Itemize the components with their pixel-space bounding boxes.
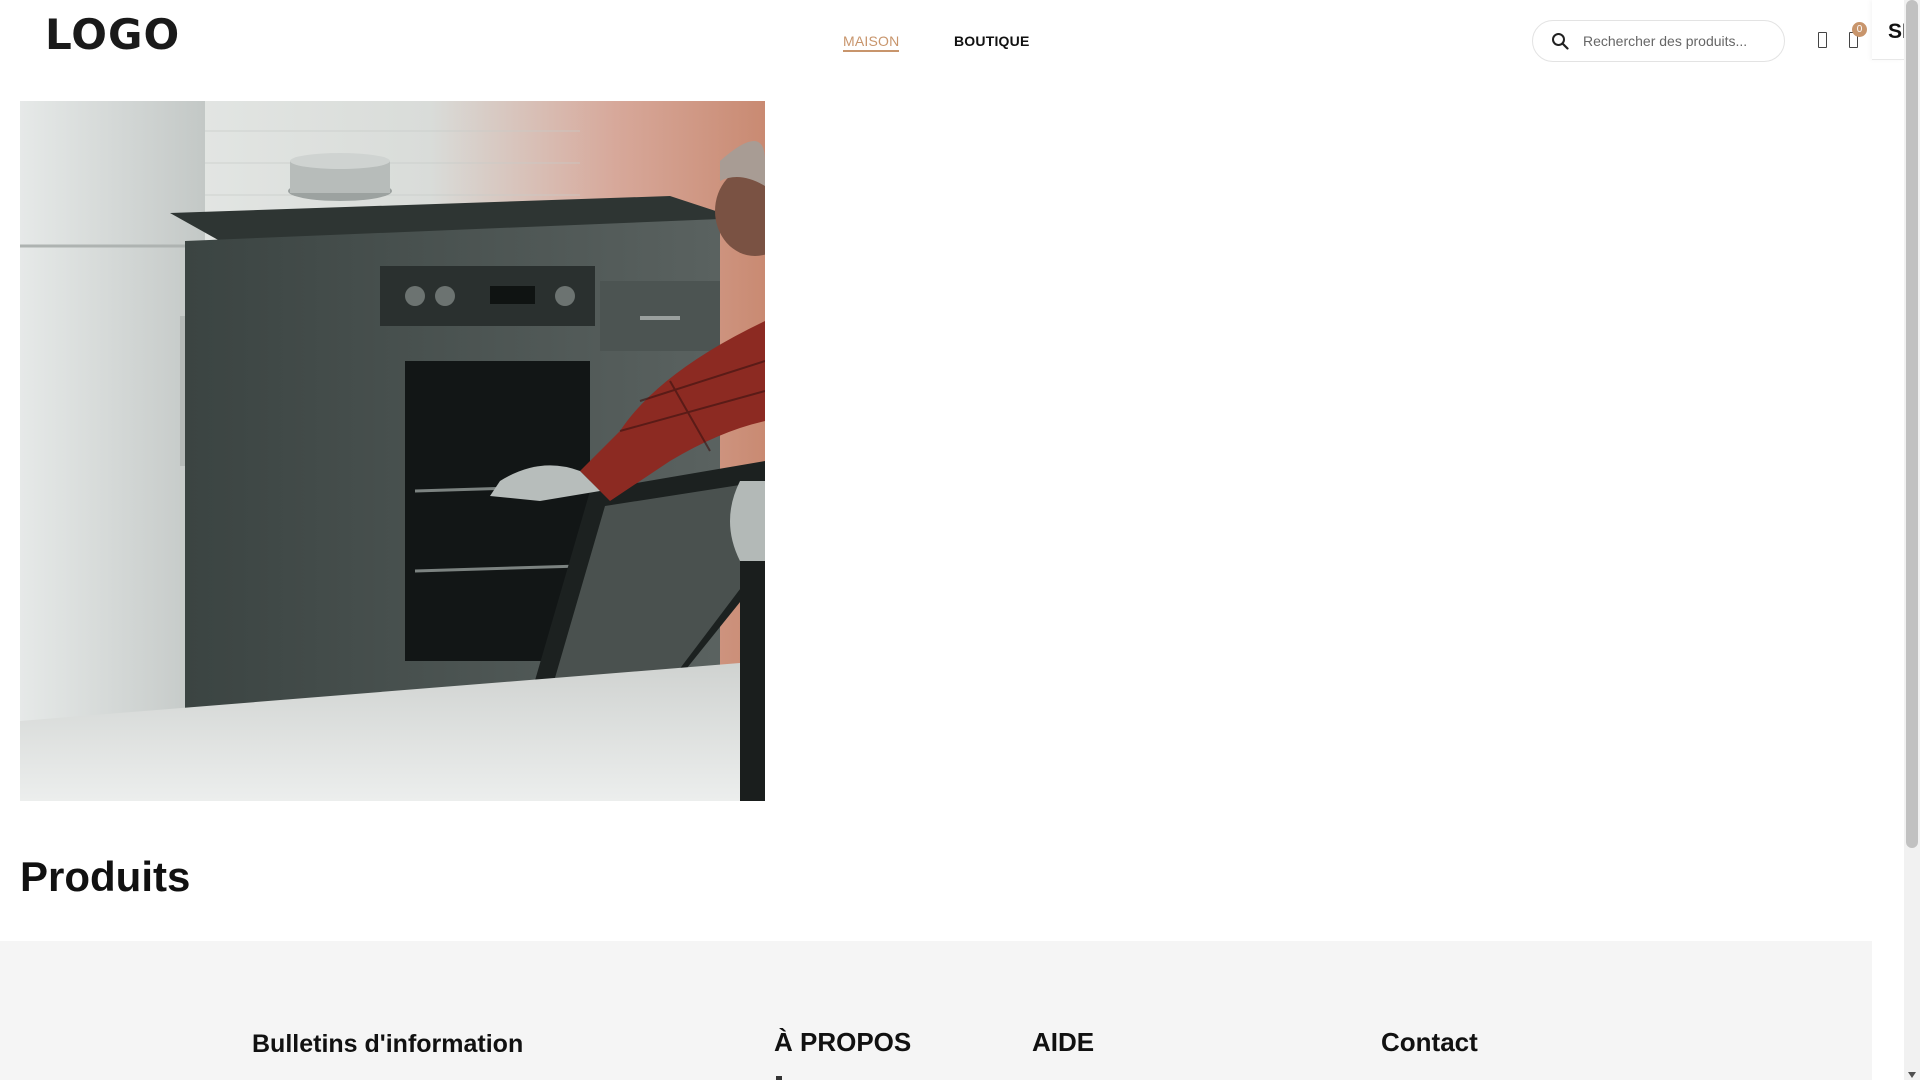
account-icon[interactable] <box>1818 32 1827 48</box>
site-logo[interactable]: LOGO <box>45 14 180 56</box>
oven-repair-photo <box>20 101 765 801</box>
site-header: LOGO MAISON BOUTIQUE 0 <box>0 0 1872 82</box>
product-search <box>1532 20 1785 62</box>
footer-contact-title: Contact <box>1381 1027 1478 1057</box>
products-section-title: Produits <box>20 853 191 900</box>
search-input[interactable] <box>1583 30 1773 52</box>
footer-newsletter-title: Bulletins d'information <box>252 1030 524 1058</box>
hero-image <box>20 101 765 801</box>
scroll-down-arrow-icon[interactable] <box>1908 1072 1916 1078</box>
footer-about-title: À PROPOS <box>774 1027 912 1057</box>
cart-count-badge: 0 <box>1852 22 1867 37</box>
nav-item-boutique[interactable]: BOUTIQUE <box>954 33 1030 49</box>
footer-link-peek <box>776 1076 782 1080</box>
scrollbar-thumb[interactable] <box>1906 0 1918 848</box>
side-panel-tab[interactable]: SI <box>1872 0 1904 60</box>
nav-item-maison[interactable]: MAISON <box>843 33 900 52</box>
side-panel-tab-label: SI <box>1888 20 1904 43</box>
cart-button[interactable]: 0 <box>1849 22 1867 48</box>
search-icon[interactable] <box>1551 32 1569 50</box>
page-scrollbar[interactable] <box>1904 0 1920 1080</box>
site-footer: Bulletins d'information À PROPOS AIDE Co… <box>0 941 1872 1080</box>
footer-help-title: AIDE <box>1032 1027 1095 1057</box>
